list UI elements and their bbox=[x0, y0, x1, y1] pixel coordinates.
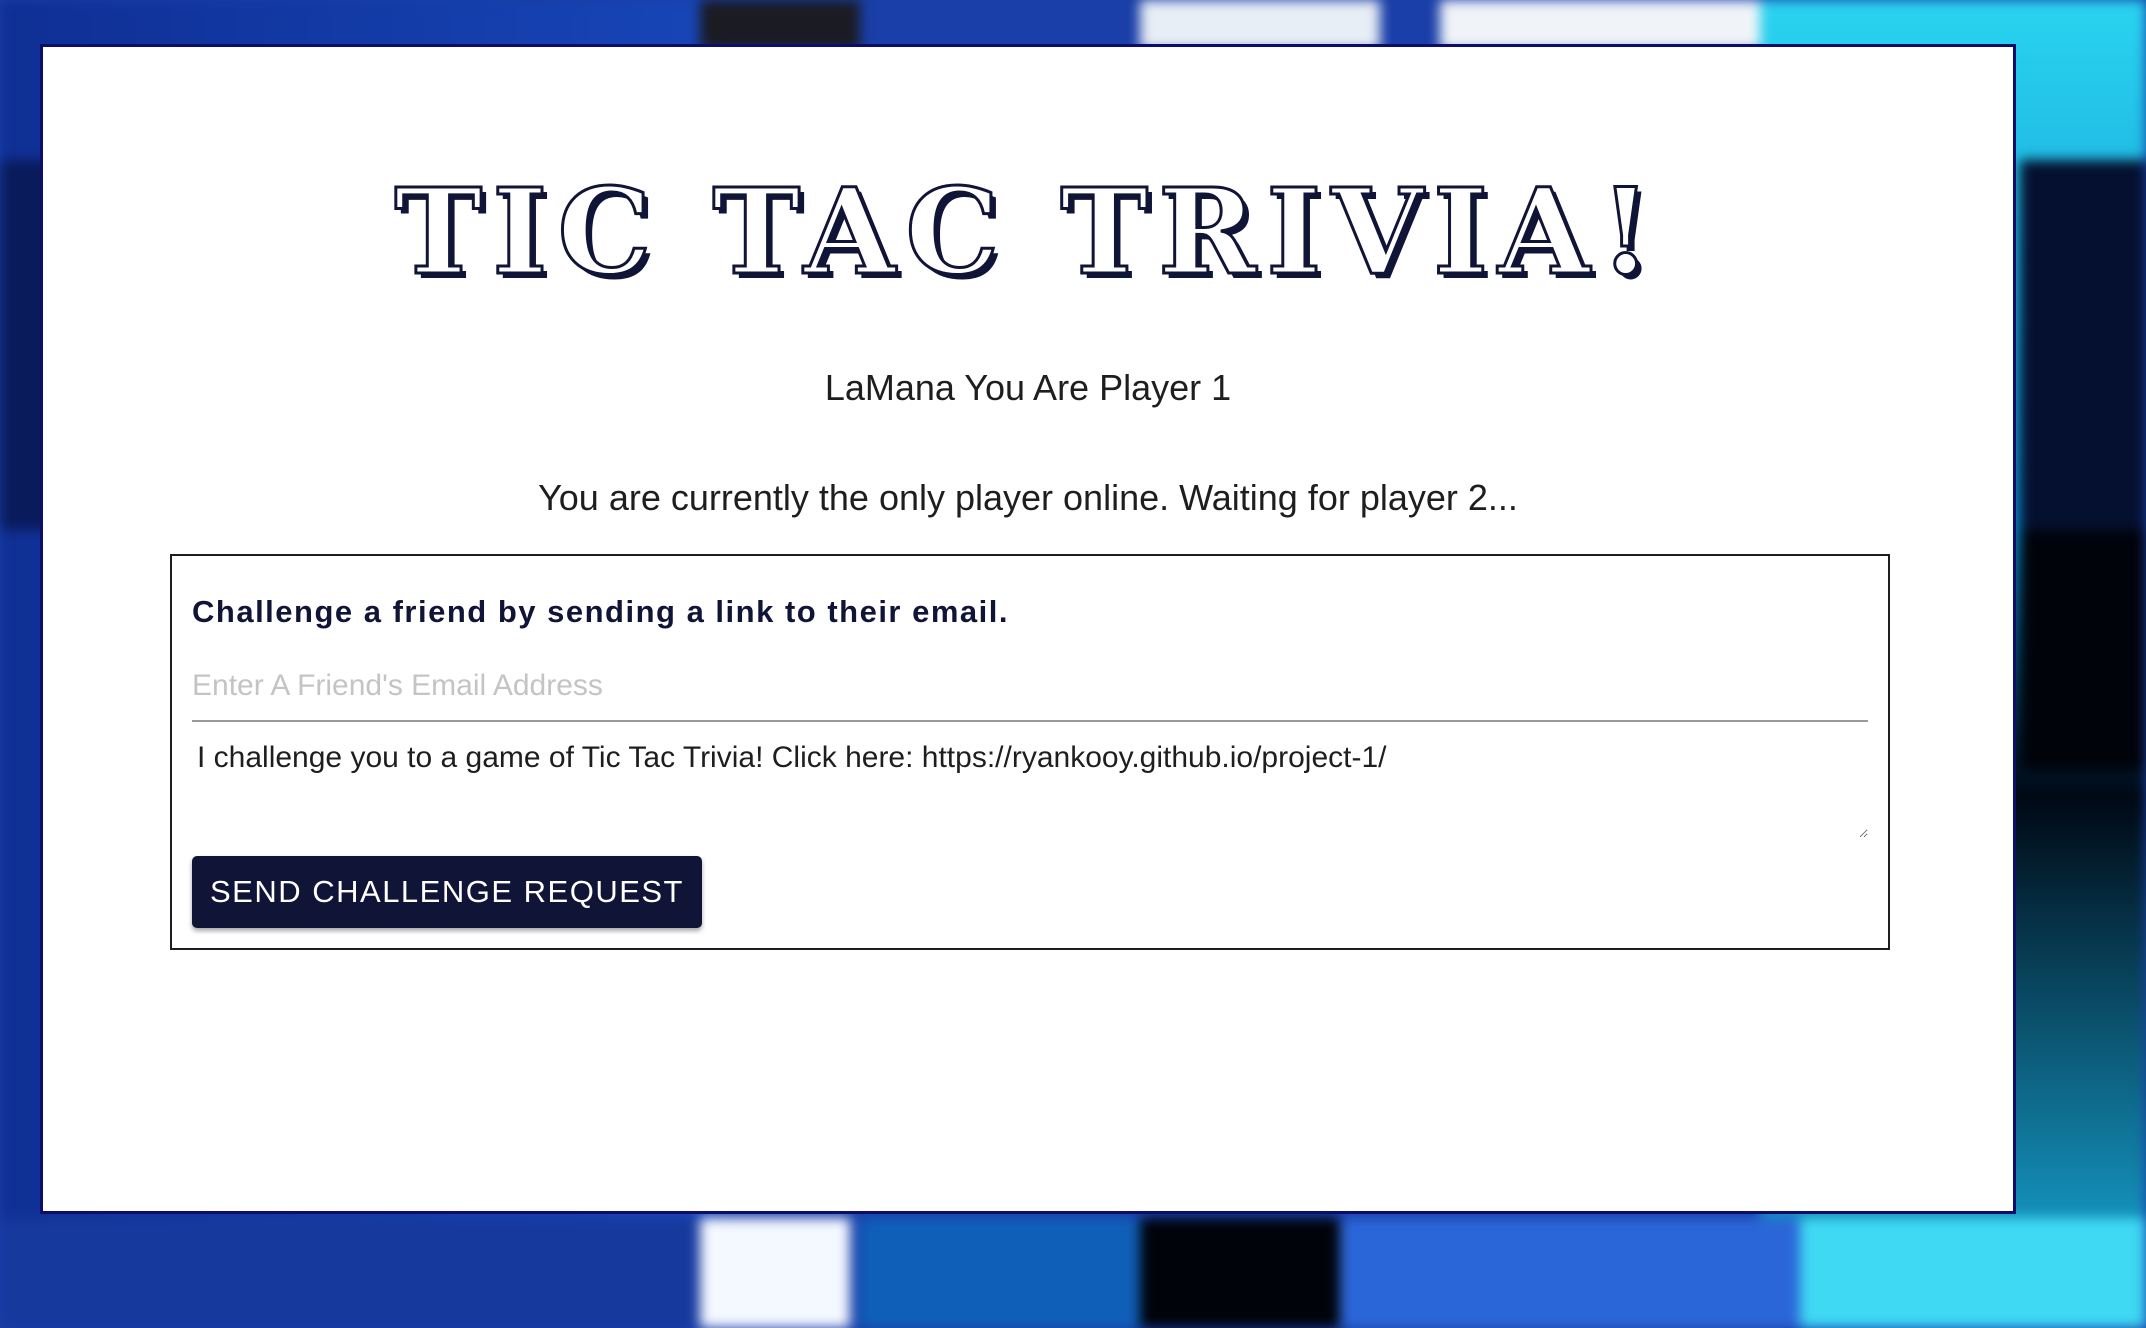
challenge-heading: Challenge a friend by sending a link to … bbox=[192, 594, 1009, 629]
challenge-message-textarea[interactable]: I challenge you to a game of Tic Tac Tri… bbox=[192, 734, 1868, 838]
send-challenge-button[interactable]: SEND CHALLENGE REQUEST bbox=[192, 856, 702, 928]
friend-email-input[interactable] bbox=[192, 652, 1868, 722]
main-panel: TIC TAC TRIVIA! LaMana You Are Player 1 … bbox=[40, 44, 2016, 1214]
waiting-status: You are currently the only player online… bbox=[538, 477, 1518, 518]
player-label: LaMana You Are Player 1 bbox=[824, 367, 1232, 408]
page-title: TIC TAC TRIVIA! bbox=[393, 162, 1662, 301]
challenge-form: Challenge a friend by sending a link to … bbox=[170, 554, 1890, 950]
